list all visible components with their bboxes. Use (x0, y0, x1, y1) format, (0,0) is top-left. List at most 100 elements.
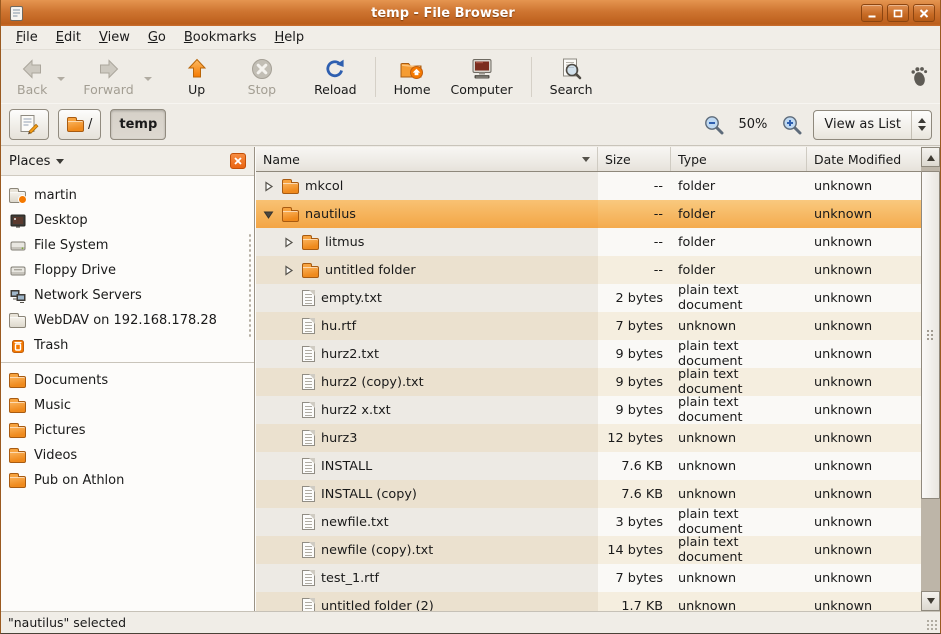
sidebar-item-pub-on-athlon[interactable]: Pub on Athlon (1, 468, 254, 493)
file-row-selected[interactable]: nautilus--folderunknown (256, 200, 921, 228)
file-modified: unknown (807, 480, 921, 508)
menu-view[interactable]: View (90, 27, 139, 48)
window-resize-grip[interactable] (926, 619, 938, 631)
folder-icon (9, 376, 26, 388)
home-label: Home (394, 82, 431, 97)
menu-file[interactable]: File (7, 27, 47, 48)
sidebar-separator (1, 362, 254, 363)
sidebar-item-pictures[interactable]: Pictures (1, 418, 254, 443)
reload-button[interactable]: Reload (304, 54, 367, 99)
sidebar-item-home[interactable]: martin (1, 183, 254, 208)
zoom-in-icon[interactable] (781, 114, 803, 136)
column-header-size[interactable]: Size (598, 147, 671, 171)
file-row[interactable]: INSTALL7.6 KBunknownunknown (256, 452, 921, 480)
edit-location-button[interactable] (9, 109, 49, 140)
trash-icon (10, 338, 26, 354)
expander-collapsed-icon[interactable] (281, 265, 296, 276)
expander-collapsed-icon[interactable] (281, 237, 296, 248)
sidebar-item-label: File System (34, 238, 108, 253)
file-modified: unknown (807, 424, 921, 452)
scrollbar-thumb[interactable] (921, 171, 940, 499)
menu-go[interactable]: Go (139, 27, 175, 48)
file-row[interactable]: test_1.rtf7 bytesunknownunknown (256, 564, 921, 592)
zoom-out-icon[interactable] (703, 114, 725, 136)
file-row[interactable]: hurz2.txt9 bytesplain text documentunkno… (256, 340, 921, 368)
sidebar-item-floppy-drive[interactable]: Floppy Drive (1, 258, 254, 283)
places-dropdown-arrow-icon[interactable] (56, 159, 64, 168)
file-row[interactable]: hurz2 x.txt9 bytesplain text documentunk… (256, 396, 921, 424)
path-button-root[interactable]: / (58, 109, 101, 140)
file-type: plain text document (671, 368, 807, 396)
places-dropdown[interactable]: Places (9, 154, 50, 169)
folder-icon (282, 210, 299, 222)
minimize-button[interactable] (861, 4, 883, 22)
menu-help[interactable]: Help (266, 27, 314, 48)
scroll-down-button[interactable] (921, 591, 940, 611)
sidebar-item-desktop[interactable]: Desktop (1, 208, 254, 233)
path-button-current[interactable]: temp (110, 109, 166, 140)
sidebar-close-button[interactable] (230, 153, 246, 169)
file-row[interactable]: hu.rtf7 bytesunknownunknown (256, 312, 921, 340)
file-type: unknown (671, 564, 807, 592)
path-current-label: temp (119, 117, 157, 132)
close-button[interactable] (913, 4, 935, 22)
expander-collapsed-icon[interactable] (261, 181, 276, 192)
menubar: File Edit View Go Bookmarks Help (1, 26, 940, 50)
file-row[interactable]: untitled folder--folderunknown (256, 256, 921, 284)
file-modified: unknown (807, 368, 921, 396)
file-type: folder (671, 256, 807, 284)
stop-button[interactable]: Stop (238, 54, 286, 99)
folder-icon (67, 120, 84, 132)
column-header-name[interactable]: Name (256, 147, 598, 171)
sidebar-item-label: Trash (34, 338, 68, 353)
file-size: 3 bytes (598, 508, 671, 536)
vertical-scrollbar[interactable] (921, 147, 940, 611)
back-arrow-icon (20, 57, 44, 81)
file-modified: unknown (807, 536, 921, 564)
back-history-dropdown-icon[interactable] (57, 77, 65, 85)
close-icon (234, 157, 242, 165)
file-row[interactable]: hurz2 (copy).txt9 bytesplain text docume… (256, 368, 921, 396)
sidebar-item-webdav[interactable]: WebDAV on 192.168.178.28 (1, 308, 254, 333)
sidebar-item-documents[interactable]: Documents (1, 368, 254, 393)
expander-expanded-icon[interactable] (261, 209, 276, 220)
forward-button[interactable]: Forward (73, 54, 143, 99)
file-modified: unknown (807, 312, 921, 340)
menu-bookmarks[interactable]: Bookmarks (175, 27, 266, 48)
computer-button[interactable]: Computer (441, 54, 523, 99)
home-button[interactable]: Home (384, 54, 441, 99)
sidebar-item-trash[interactable]: Trash (1, 333, 254, 358)
scroll-up-arrow-icon (927, 151, 935, 161)
view-mode-select[interactable]: View as List (813, 110, 932, 140)
file-type: unknown (671, 424, 807, 452)
column-header-type[interactable]: Type (671, 147, 807, 171)
folder-icon (302, 238, 319, 250)
up-button[interactable]: Up (174, 54, 220, 99)
hard-drive-icon (10, 238, 26, 254)
search-icon (559, 57, 583, 81)
scroll-up-button[interactable] (921, 147, 940, 167)
back-button[interactable]: Back (7, 54, 57, 99)
sidebar-item-network-servers[interactable]: Network Servers (1, 283, 254, 308)
file-row[interactable]: empty.txt2 bytesplain text documentunkno… (256, 284, 921, 312)
shared-folder-icon (9, 316, 26, 328)
sidebar-item-file-system[interactable]: File System (1, 233, 254, 258)
sidebar-resize-handle[interactable] (248, 233, 252, 337)
file-row[interactable]: litmus--folderunknown (256, 228, 921, 256)
file-row[interactable]: newfile.txt3 bytesplain text documentunk… (256, 508, 921, 536)
maximize-button[interactable] (887, 4, 909, 22)
search-button[interactable]: Search (540, 54, 603, 99)
file-row[interactable]: INSTALL (copy)7.6 KBunknownunknown (256, 480, 921, 508)
file-row[interactable]: untitled folder (2)1.7 KBunknownunknown (256, 592, 921, 611)
file-row[interactable]: newfile (copy).txt14 bytesplain text doc… (256, 536, 921, 564)
menu-edit[interactable]: Edit (47, 27, 90, 48)
column-header-date-modified[interactable]: Date Modified (807, 147, 921, 171)
file-modified: unknown (807, 200, 921, 228)
file-row[interactable]: hurz312 bytesunknownunknown (256, 424, 921, 452)
sidebar-item-music[interactable]: Music (1, 393, 254, 418)
file-row[interactable]: mkcol--folderunknown (256, 172, 921, 200)
up-label: Up (188, 82, 205, 97)
titlebar[interactable]: temp - File Browser (1, 0, 940, 26)
forward-history-dropdown-icon[interactable] (144, 77, 152, 85)
sidebar-item-videos[interactable]: Videos (1, 443, 254, 468)
